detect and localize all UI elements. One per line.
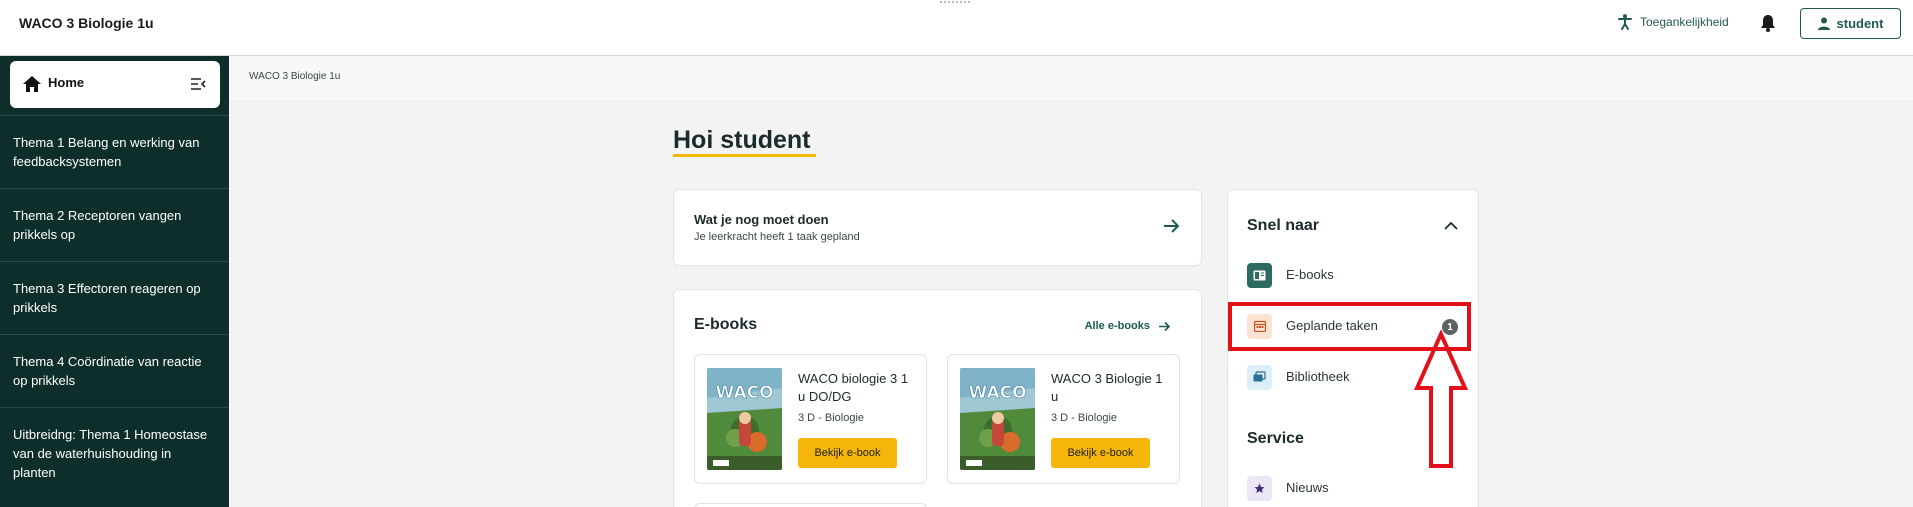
todo-card[interactable]: Wat je nog moet doen Je leerkracht heeft… — [673, 189, 1202, 266]
ebooks-title: E-books — [694, 316, 758, 333]
all-ebooks-label: Alle e-books — [1084, 320, 1150, 332]
arrow-right-icon[interactable] — [1163, 218, 1181, 234]
user-icon — [1817, 17, 1830, 30]
quick-links-title: Snel naar — [1247, 217, 1320, 234]
sidebar-item-home[interactable]: Home — [10, 61, 220, 108]
ebook-card-1[interactable]: WACO WACO biologie 3 1 u DO/DG 3 D - Bio… — [694, 354, 927, 484]
breadcrumb[interactable]: WACO 3 Biologie 1u — [249, 71, 340, 82]
ebook-subtitle: 3 D - Biologie — [798, 412, 865, 424]
annotation-arrow-icon — [1413, 330, 1469, 468]
service-title: Service — [1247, 430, 1304, 447]
chevron-up-icon[interactable] — [1444, 221, 1458, 231]
ebooks-card: E-books Alle e-books WACO WACO biologie … — [673, 289, 1202, 507]
bell-icon[interactable] — [1758, 13, 1778, 33]
ebook-title: WACO biologie 3 1 u DO/DG — [798, 371, 909, 404]
quick-link-ebooks[interactable]: E-books — [1247, 261, 1334, 289]
library-icon — [1247, 364, 1272, 390]
sidebar-item-thema-4[interactable]: Thema 4 Coördinatie van reactie op prikk… — [0, 334, 229, 407]
app-title: WACO 3 Biologie 1u — [19, 15, 154, 31]
book-cover-image: WACO — [960, 368, 1035, 470]
star-icon — [1247, 475, 1272, 501]
sidebar-item-thema-1[interactable]: Thema 1 Belang en werking van feedbacksy… — [0, 115, 229, 188]
ebook-title: WACO 3 Biologie 1 u — [1051, 371, 1163, 404]
ebook-subtitle: 3 D - Biologie — [1051, 412, 1118, 424]
accessibility-icon — [1618, 14, 1632, 30]
quick-link-label: Nieuws — [1286, 480, 1329, 495]
arrow-right-icon — [1159, 321, 1171, 331]
sidebar: Home Thema 1 Belang en werking van feedb… — [0, 56, 229, 507]
book-cover-image: WACO — [707, 368, 782, 470]
sidebar-item-thema-3[interactable]: Thema 3 Effectoren reageren op prikkels — [0, 261, 229, 334]
collapse-menu-icon[interactable] — [190, 77, 206, 91]
all-ebooks-link[interactable]: Alle e-books — [1085, 320, 1171, 332]
cover-logo-text: WACO — [715, 383, 773, 403]
sidebar-item-uitbreiding[interactable]: Uitbreidng: Thema 1 Homeostase van de wa… — [0, 407, 229, 480]
home-label: Home — [48, 75, 85, 90]
quick-link-label: Bibliotheek — [1286, 369, 1350, 384]
ebook-card-3-partial[interactable] — [694, 503, 927, 507]
home-icon — [23, 76, 41, 92]
view-ebook-button[interactable]: Bekijk e-book — [1051, 438, 1150, 468]
accessibility-label: Toegankelijkheid — [1640, 15, 1729, 29]
top-center-mark — [940, 0, 970, 3]
service-link-news[interactable]: Nieuws — [1247, 474, 1329, 502]
user-menu-button[interactable]: student — [1800, 8, 1901, 39]
todo-title: Wat je nog moet doen — [694, 212, 829, 227]
view-ebook-button[interactable]: Bekijk e-book — [798, 438, 897, 468]
user-label: student — [1836, 16, 1884, 31]
book-icon — [1247, 262, 1272, 288]
quick-link-library[interactable]: Bibliotheek — [1247, 363, 1350, 391]
cover-logo-text: WACO — [968, 383, 1026, 403]
breadcrumb-bar: WACO 3 Biologie 1u — [229, 56, 1913, 100]
sidebar-item-thema-2[interactable]: Thema 2 Receptoren vangen prikkels op — [0, 188, 229, 261]
ebook-card-2[interactable]: WACO WACO 3 Biologie 1 u 3 D - Biologie … — [947, 354, 1180, 484]
accessibility-button[interactable]: Toegankelijkheid — [1618, 14, 1729, 30]
top-bar: WACO 3 Biologie 1u Toegankelijkheid stud… — [0, 0, 1913, 56]
quick-link-label: E-books — [1286, 267, 1334, 282]
title-underline — [673, 154, 816, 157]
page-title: Hoi student — [673, 126, 811, 154]
sidebar-list: Thema 1 Belang en werking van feedbacksy… — [0, 115, 229, 480]
todo-subtitle: Je leerkracht heeft 1 taak gepland — [694, 231, 860, 243]
